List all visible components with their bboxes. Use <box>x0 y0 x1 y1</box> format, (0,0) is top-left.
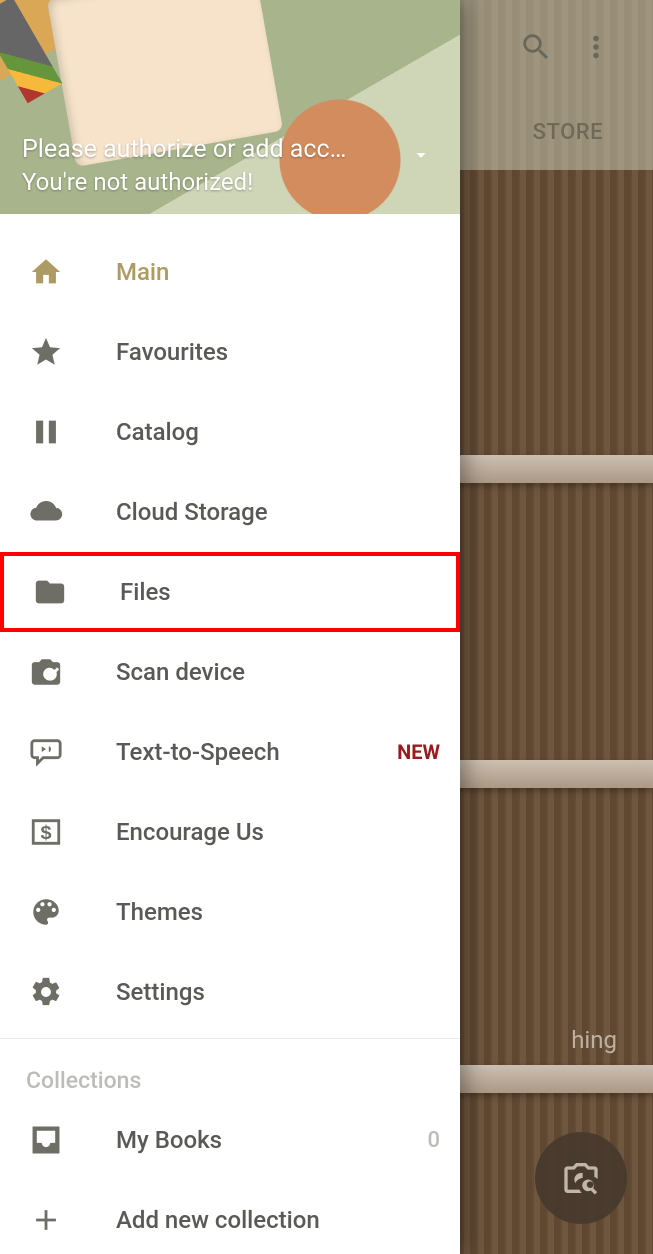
nav-item-files[interactable]: Files <box>0 552 460 632</box>
nav-label: Text-to-Speech <box>116 738 280 766</box>
nav-label: Files <box>120 578 171 606</box>
hint-text: hing <box>571 1026 617 1054</box>
collection-my-books[interactable]: My Books 0 <box>0 1100 460 1180</box>
nav-item-cloud-storage[interactable]: Cloud Storage <box>0 472 460 552</box>
nav-item-catalog[interactable]: Catalog <box>0 392 460 472</box>
nav-label: Settings <box>116 978 205 1006</box>
scan-fab[interactable] <box>535 1132 627 1224</box>
nav-item-settings[interactable]: Settings <box>0 952 460 1032</box>
nav-menu: Main Favourites Catalog Cloud Storage Fi… <box>0 214 460 1254</box>
nav-item-themes[interactable]: Themes <box>0 872 460 952</box>
catalog-icon <box>28 414 64 450</box>
section-collections: Collections <box>0 1049 460 1100</box>
search-icon[interactable] <box>519 30 553 64</box>
folder-icon <box>32 574 68 610</box>
nav-label: Favourites <box>116 338 228 366</box>
nav-item-favourites[interactable]: Favourites <box>0 312 460 392</box>
camera-scan-icon <box>28 654 64 690</box>
nav-drawer: Please authorize or add acco… You're not… <box>0 0 460 1254</box>
auth-subtitle: You're not authorized! <box>22 168 420 196</box>
nav-item-tts[interactable]: Text-to-Speech NEW <box>0 712 460 792</box>
dollar-icon: $ <box>28 814 64 850</box>
more-icon[interactable] <box>579 30 613 64</box>
nav-item-encourage[interactable]: $ Encourage Us <box>0 792 460 872</box>
collection-count: 0 <box>427 1128 440 1153</box>
nav-label: Catalog <box>116 418 199 446</box>
nav-label: Scan device <box>116 658 245 686</box>
nav-item-scan-device[interactable]: Scan device <box>0 632 460 712</box>
add-collection-label: Add new collection <box>116 1206 320 1234</box>
auth-title: Please authorize or add acco… <box>22 135 347 164</box>
svg-text:$: $ <box>40 822 51 844</box>
home-icon <box>28 254 64 290</box>
add-collection[interactable]: Add new collection <box>0 1180 460 1254</box>
chevron-down-icon[interactable] <box>410 144 432 166</box>
tab-store[interactable]: STORE <box>533 120 603 145</box>
nav-label: Themes <box>116 898 203 926</box>
camera-search-icon <box>561 1158 601 1198</box>
divider <box>0 1038 460 1039</box>
nav-label: Cloud Storage <box>116 498 268 526</box>
nav-label: Main <box>116 258 169 286</box>
palette-icon <box>28 894 64 930</box>
drawer-header[interactable]: Please authorize or add acco… You're not… <box>0 0 460 214</box>
gear-icon <box>28 974 64 1010</box>
new-badge: NEW <box>397 740 440 764</box>
star-icon <box>28 334 64 370</box>
nav-label: Encourage Us <box>116 818 264 846</box>
inbox-icon <box>28 1122 64 1158</box>
cloud-icon <box>28 494 64 530</box>
nav-item-main[interactable]: Main <box>0 232 460 312</box>
collection-label: My Books <box>116 1126 222 1154</box>
speech-icon <box>28 734 64 770</box>
plus-icon <box>28 1202 64 1238</box>
